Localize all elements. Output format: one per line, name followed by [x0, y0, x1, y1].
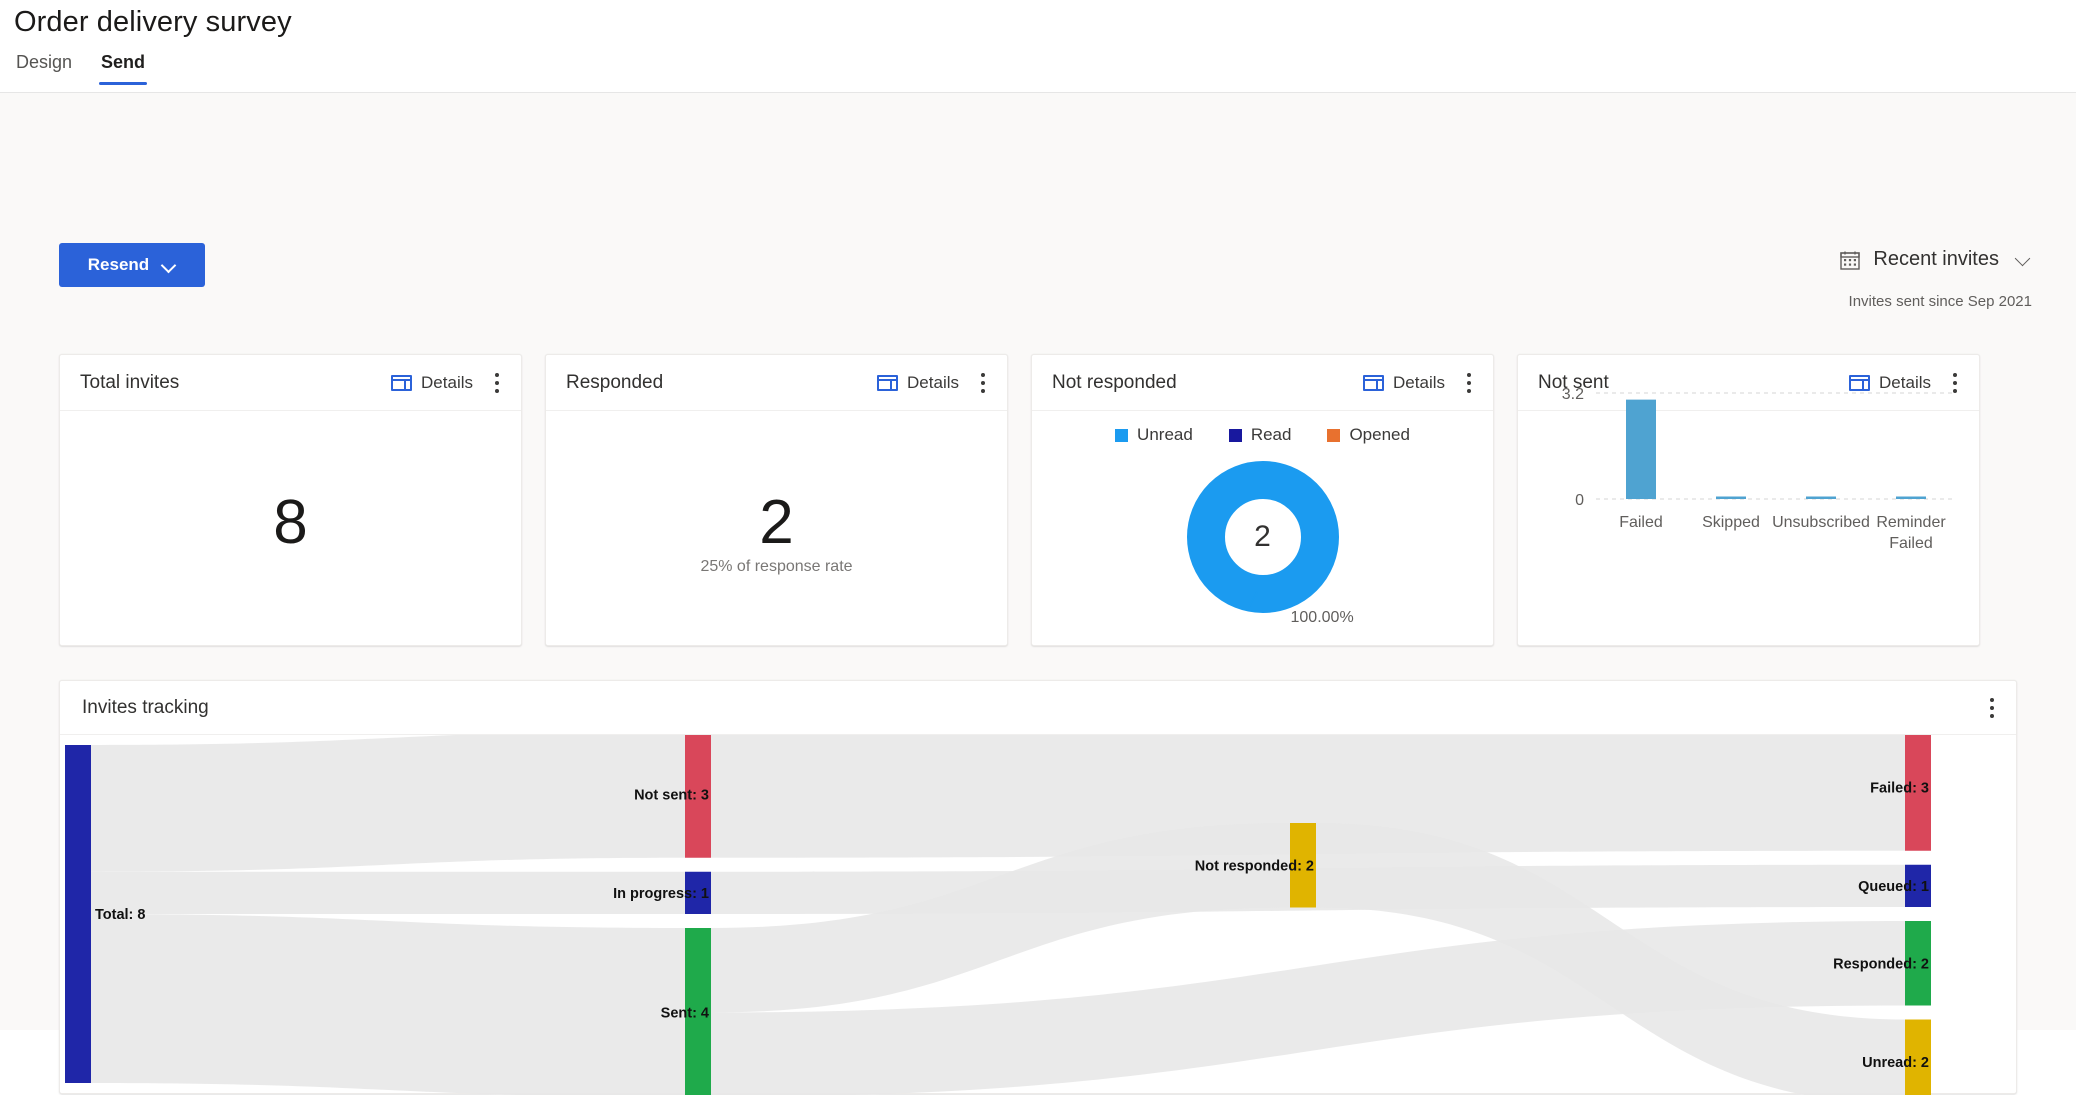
- bar-reminder-failed: [1896, 497, 1926, 500]
- recent-invites-label: Recent invites: [1873, 248, 1999, 271]
- bar-unsubscribed: [1806, 497, 1836, 500]
- donut-legend: Unread Read Opened: [1032, 425, 1493, 445]
- legend-item-read[interactable]: Read: [1229, 425, 1292, 445]
- sankey-label-unread: Unread: 2: [1862, 1055, 1929, 1071]
- more-vertical-icon[interactable]: [1982, 695, 2002, 721]
- card-title: Responded: [566, 372, 663, 394]
- card-header: Responded Details: [546, 355, 1007, 411]
- sankey-label-total: Total: 8: [95, 907, 145, 923]
- bar-ytick: 3.2: [1562, 386, 1584, 403]
- details-label: Details: [1393, 373, 1445, 393]
- details-label: Details: [907, 373, 959, 393]
- responded-rate: 25% of response rate: [546, 558, 1007, 576]
- panel-actions: [1982, 695, 2016, 721]
- sankey-label-not-responded: Not responded: 2: [1195, 858, 1314, 874]
- card-not-sent: Not sent Details 3.20FailedSkippedUnsubs…: [1517, 354, 1980, 646]
- sankey-link: [91, 872, 685, 914]
- details-panel-icon: [1363, 375, 1384, 391]
- card-actions: Details: [877, 370, 1007, 396]
- donut-center-value: 2: [1187, 461, 1339, 613]
- tab-send[interactable]: Send: [99, 52, 147, 85]
- chevron-down-icon: [2017, 252, 2032, 267]
- legend-label: Opened: [1349, 425, 1410, 445]
- page-title: Order delivery survey: [14, 6, 292, 39]
- bar-failed: [1626, 400, 1656, 499]
- bar-xtick: Failed: [1889, 535, 1933, 552]
- sankey-link: [91, 914, 685, 1095]
- panel-title: Invites tracking: [82, 697, 209, 719]
- sankey-label-sent: Sent: 4: [661, 1006, 709, 1022]
- legend-label: Read: [1251, 425, 1292, 445]
- panel-header: Invites tracking: [60, 681, 2016, 735]
- resend-button[interactable]: Resend: [59, 243, 205, 287]
- sankey-label-responded: Responded: 2: [1833, 956, 1929, 972]
- legend-label: Unread: [1137, 425, 1193, 445]
- sankey-label-queued: Queued: 1: [1858, 879, 1929, 895]
- sankey-node-total[interactable]: [65, 745, 91, 1083]
- sankey-label-in-progress: In progress: 1: [613, 886, 709, 902]
- legend-swatch: [1327, 429, 1340, 442]
- panel-invites-tracking: Invites tracking Total: 8 Not sent: 3 In p…: [59, 680, 2017, 1094]
- card-body: Unread Read Opened 2: [1032, 411, 1493, 645]
- app-header: Order delivery survey Design Send: [0, 0, 2076, 93]
- sankey-label-failed: Failed: 3: [1870, 780, 1929, 796]
- more-vertical-icon[interactable]: [487, 370, 507, 396]
- legend-swatch: [1115, 429, 1128, 442]
- not-sent-bar-chart: 3.2 0 Failed Skipped Unsubscribed Reminder Fai…: [1518, 355, 1979, 589]
- details-panel-icon: [877, 375, 898, 391]
- tab-design[interactable]: Design: [14, 52, 74, 85]
- bar-ytick: 0: [1575, 492, 1584, 509]
- resend-label: Resend: [88, 255, 149, 275]
- card-body: 8: [60, 411, 521, 645]
- sankey-link: [91, 735, 685, 872]
- donut-percent-label: 100.00%: [1291, 609, 1354, 627]
- card-header: Not responded Details: [1032, 355, 1493, 411]
- card-not-responded: Not responded Details Unread Read: [1031, 354, 1494, 646]
- bar-xtick: Skipped: [1702, 514, 1760, 531]
- chevron-down-icon: [163, 259, 176, 272]
- card-title: Not responded: [1052, 372, 1177, 394]
- total-invites-value: 8: [60, 492, 521, 554]
- details-button[interactable]: Details: [391, 373, 473, 393]
- bar-xtick: Failed: [1619, 514, 1663, 531]
- bar-xtick: Reminder: [1876, 514, 1946, 531]
- card-responded: Responded Details 2 25% of response rate: [545, 354, 1008, 646]
- recent-invites-picker[interactable]: Recent invites: [1839, 248, 2032, 271]
- legend-item-opened[interactable]: Opened: [1327, 425, 1410, 445]
- legend-item-unread[interactable]: Unread: [1115, 425, 1193, 445]
- tabstrip: Design Send: [14, 52, 147, 85]
- details-button[interactable]: Details: [1363, 373, 1445, 393]
- page-body: Resend Recent invites Invites sent since…: [0, 93, 2076, 1030]
- card-body: 2 25% of response rate: [546, 411, 1007, 645]
- card-title: Total invites: [80, 372, 179, 394]
- donut-chart: 2: [1032, 461, 1493, 613]
- bar-xtick: Unsubscribed: [1772, 514, 1870, 531]
- more-vertical-icon[interactable]: [973, 370, 993, 396]
- details-button[interactable]: Details: [877, 373, 959, 393]
- card-actions: Details: [1363, 370, 1493, 396]
- invites-since-text: Invites sent since Sep 2021: [1849, 293, 2032, 310]
- calendar-icon: [1839, 249, 1861, 271]
- more-vertical-icon[interactable]: [1459, 370, 1479, 396]
- card-total-invites: Total invites Details 8: [59, 354, 522, 646]
- card-header: Total invites Details: [60, 355, 521, 411]
- card-actions: Details: [391, 370, 521, 396]
- sankey-label-not-sent: Not sent: 3: [634, 787, 709, 803]
- responded-value: 2: [546, 492, 1007, 554]
- legend-swatch: [1229, 429, 1242, 442]
- details-panel-icon: [391, 375, 412, 391]
- bar-skipped: [1716, 497, 1746, 500]
- details-label: Details: [421, 373, 473, 393]
- sankey-chart: Total: 8 Not sent: 3 In progress: 1 Sent: 4…: [60, 735, 2016, 1095]
